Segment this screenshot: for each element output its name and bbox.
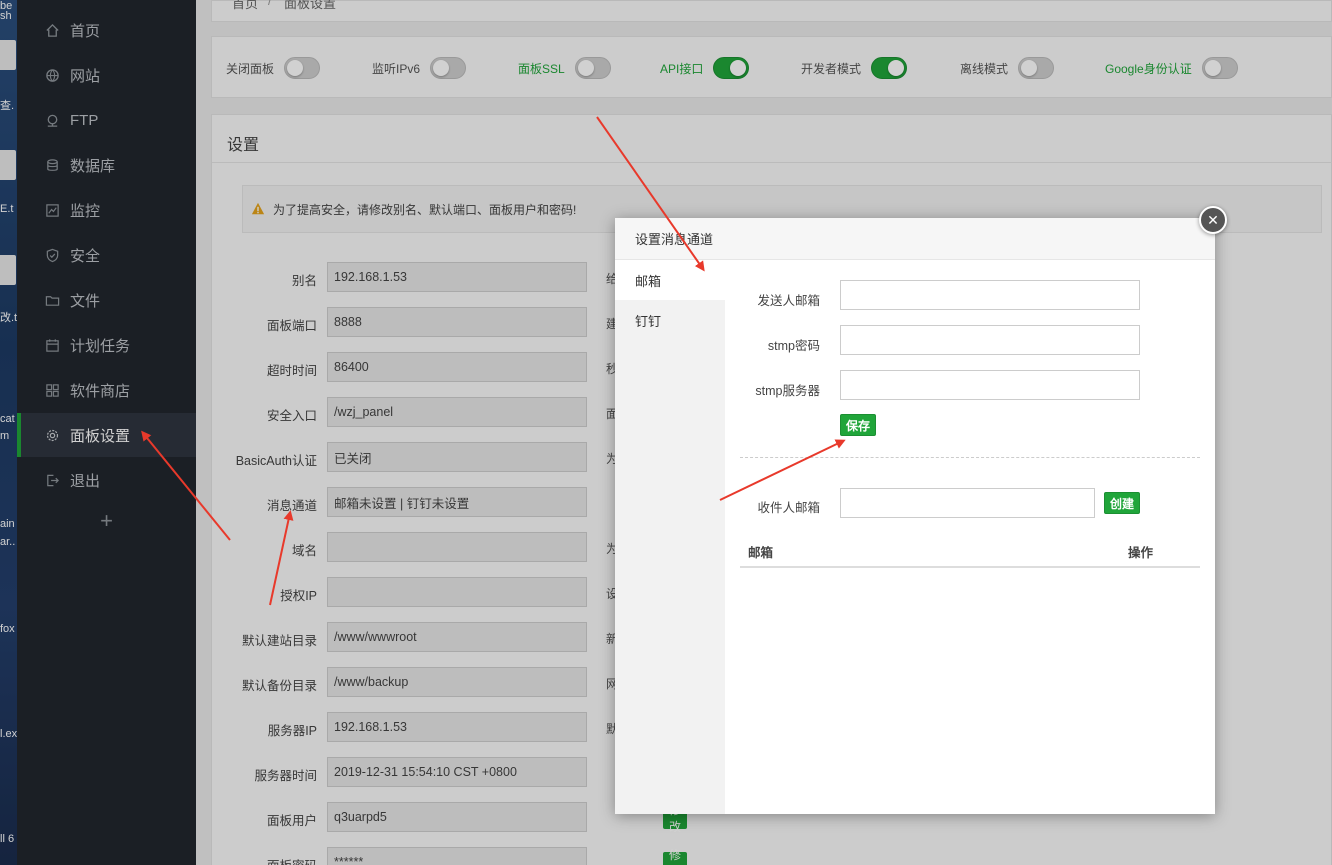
- column-email: 邮箱: [748, 546, 774, 560]
- dialog-tabs: 邮箱 钉钉: [615, 260, 725, 814]
- close-glyph: ✕: [1207, 211, 1219, 228]
- dialog-header: 设置消息通道: [615, 218, 1215, 260]
- tab-email[interactable]: 邮箱: [615, 260, 725, 300]
- smtp-server-input[interactable]: [840, 370, 1140, 400]
- recipient-email-input[interactable]: [840, 488, 1095, 518]
- tab-dingtalk[interactable]: 钉钉: [615, 300, 725, 340]
- sender-email-input[interactable]: [840, 280, 1140, 310]
- column-action: 操作: [1128, 546, 1154, 560]
- divider: [740, 457, 1200, 458]
- dialog-title: 设置消息通道: [635, 232, 714, 247]
- smtp-password-label: stmp密码: [767, 339, 820, 353]
- close-icon[interactable]: ✕: [1199, 206, 1227, 234]
- smtp-server-label: stmp服务器: [755, 384, 820, 398]
- recipient-email-label: 收件人邮箱: [757, 501, 820, 515]
- save-button[interactable]: 保存: [840, 414, 877, 436]
- sender-email-label: 发送人邮箱: [757, 294, 820, 308]
- create-button[interactable]: 创建: [1104, 492, 1141, 514]
- message-channel-dialog: 设置消息通道 邮箱 钉钉 发送人邮箱 stmp密码 stmp服务器 保存 收件人…: [615, 218, 1215, 814]
- smtp-password-input[interactable]: [840, 325, 1140, 355]
- recipient-table-header: 邮箱 操作: [740, 532, 1200, 568]
